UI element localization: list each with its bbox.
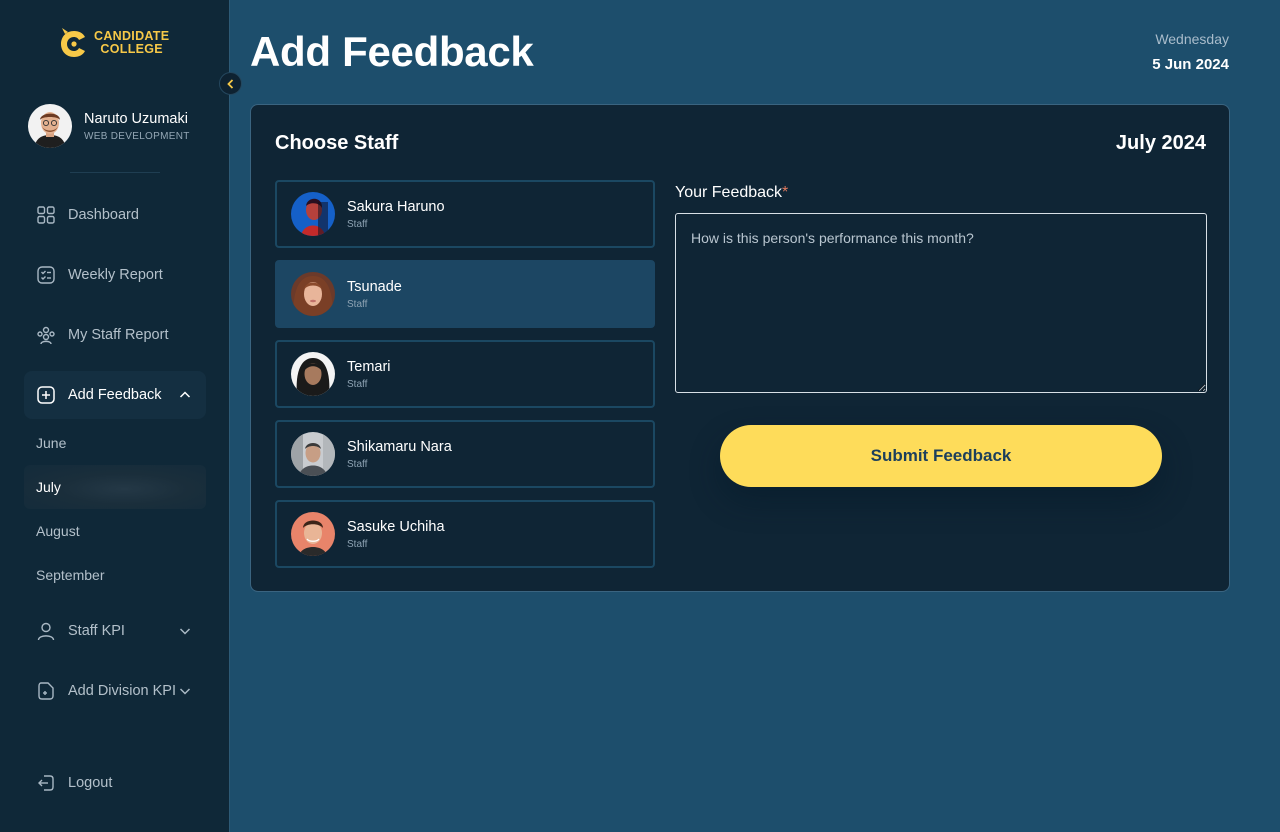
page-title: Add Feedback <box>250 28 534 75</box>
nav-add-feedback-label: Add Feedback <box>68 387 162 403</box>
nav-dashboard-label: Dashboard <box>68 207 139 223</box>
feedback-label-text: Your Feedback <box>675 184 783 201</box>
required-mark: * <box>782 184 789 201</box>
staff-avatar <box>291 272 335 316</box>
chevron-left-icon <box>226 78 233 89</box>
user-role: WEB DEVELOPMENT <box>84 130 190 142</box>
feedback-card: Choose Staff July 2024 Sakura Haruno Sta… <box>250 104 1230 592</box>
staff-item-sakura-haruno[interactable]: Sakura Haruno Staff <box>275 180 655 248</box>
checklist-icon <box>37 266 55 284</box>
submenu-june[interactable]: June <box>24 421 206 465</box>
grid-icon <box>37 206 55 224</box>
user-profile[interactable]: Naruto Uzumaki WEB DEVELOPMENT <box>28 104 190 148</box>
staff-item-temari[interactable]: Temari Staff <box>275 340 655 408</box>
candidate-college-logo-icon <box>61 28 85 57</box>
staff-avatar <box>291 432 335 476</box>
nav-logout[interactable]: Logout <box>24 759 206 807</box>
staff-avatar <box>291 352 335 396</box>
submenu-september[interactable]: September <box>24 553 206 597</box>
sidebar: CANDIDATE COLLEGE Naruto Uzumaki WEB DEV… <box>0 0 230 832</box>
chevron-up-icon <box>179 391 191 398</box>
chevron-down-icon <box>179 628 191 635</box>
submit-feedback-button[interactable]: Submit Feedback <box>720 425 1162 487</box>
staff-name: Sasuke Uchiha <box>347 518 445 535</box>
sidebar-collapse-button[interactable] <box>219 72 242 95</box>
chevron-down-icon <box>179 688 191 695</box>
feedback-textarea[interactable] <box>675 213 1207 393</box>
feedback-period: July 2024 <box>1115 132 1206 154</box>
nav-staff-kpi-label: Staff KPI <box>68 623 125 639</box>
staff-role: Staff <box>347 218 368 230</box>
staff-avatar <box>291 192 335 236</box>
user-icon <box>37 622 55 641</box>
nav-my-staff-report[interactable]: My Staff Report <box>24 311 206 359</box>
nav-add-division-kpi-label: Add Division KPI <box>68 683 176 699</box>
staff-name: Shikamaru Nara <box>347 438 452 455</box>
staff-item-sasuke-uchiha[interactable]: Sasuke Uchiha Staff <box>275 500 655 568</box>
staff-name: Tsunade <box>347 278 402 295</box>
staff-role: Staff <box>347 538 368 550</box>
plus-square-icon <box>37 386 55 404</box>
file-plus-icon <box>38 682 54 700</box>
staff-role: Staff <box>347 458 368 470</box>
nav-my-staff-report-label: My Staff Report <box>68 327 169 343</box>
staff-item-tsunade[interactable]: Tsunade Staff <box>275 260 655 328</box>
logout-icon <box>38 775 54 791</box>
nav-dashboard[interactable]: Dashboard <box>24 191 206 239</box>
staff-name: Temari <box>347 358 391 375</box>
nav-staff-kpi[interactable]: Staff KPI <box>24 607 206 655</box>
user-avatar <box>28 104 72 148</box>
staff-name: Sakura Haruno <box>347 198 445 215</box>
current-day: Wednesday <box>1155 31 1229 47</box>
submenu-august[interactable]: August <box>24 509 206 553</box>
feedback-label: Your Feedback* <box>675 184 788 202</box>
choose-staff-title: Choose Staff <box>275 132 399 154</box>
nav-logout-label: Logout <box>68 775 113 791</box>
staff-role: Staff <box>347 298 368 310</box>
nav-weekly-report-label: Weekly Report <box>68 267 163 283</box>
nav-add-division-kpi[interactable]: Add Division KPI <box>24 667 206 715</box>
current-date: 5 Jun 2024 <box>1152 56 1229 73</box>
nav-weekly-report[interactable]: Weekly Report <box>24 251 206 299</box>
submenu-july[interactable]: July <box>24 465 206 509</box>
staff-avatar <box>291 512 335 556</box>
user-name: Naruto Uzumaki <box>84 110 188 127</box>
staff-role: Staff <box>347 378 368 390</box>
staff-item-shikamaru-nara[interactable]: Shikamaru Nara Staff <box>275 420 655 488</box>
brand-line-2: COLLEGE <box>100 42 163 56</box>
brand-logo[interactable]: CANDIDATE COLLEGE <box>58 26 169 60</box>
nav-add-feedback[interactable]: Add Feedback <box>24 371 206 419</box>
team-icon <box>37 326 55 345</box>
profile-divider <box>70 172 160 173</box>
